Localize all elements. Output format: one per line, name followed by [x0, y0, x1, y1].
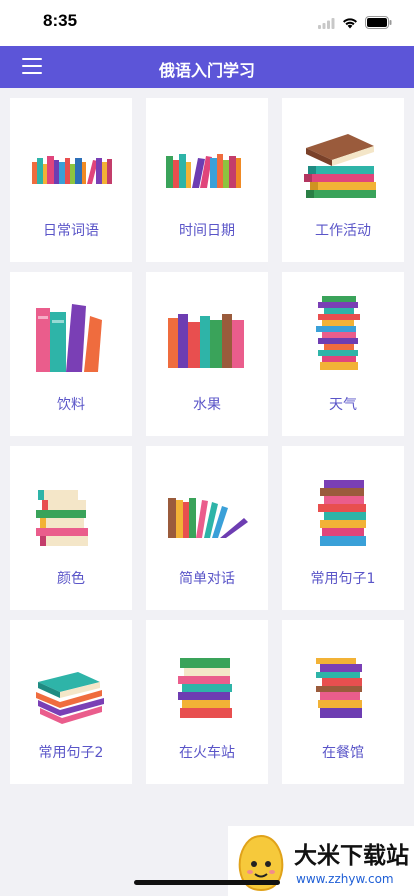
- books-stack-icon: [304, 134, 376, 198]
- watermark-url: www.zzhyw.com: [296, 872, 394, 886]
- nav-bar: 俄语入门学习: [0, 46, 414, 88]
- category-card-weather[interactable]: 天气: [282, 272, 404, 436]
- books-leaning-icon: [168, 498, 248, 538]
- page-title: 俄语入门学习: [158, 61, 255, 80]
- category-card-work-activities[interactable]: 工作活动: [282, 98, 404, 262]
- category-card-common-sentences-1[interactable]: 常用句子1: [282, 446, 404, 610]
- books-stack-icon: [36, 490, 88, 546]
- watermark: 大米下载站 www.zzhyw.com: [228, 826, 414, 896]
- books-row-icon: [166, 154, 241, 188]
- books-stack-icon: [318, 480, 366, 546]
- category-label: 工作活动: [315, 223, 371, 239]
- wifi-icon: [342, 14, 358, 33]
- category-label: 日常词语: [43, 223, 99, 239]
- category-card-drinks[interactable]: 饮料: [10, 272, 132, 436]
- status-time: 8:35: [43, 11, 78, 30]
- books-stack-icon: [316, 296, 360, 370]
- category-label: 水果: [193, 397, 221, 413]
- books-stack-icon: [316, 658, 362, 718]
- category-label: 饮料: [57, 397, 85, 413]
- category-card-time-date[interactable]: 时间日期: [146, 98, 268, 262]
- category-label: 常用句子1: [310, 571, 376, 587]
- category-label: 在餐馆: [322, 745, 364, 761]
- books-stack-icon: [36, 672, 104, 724]
- status-bar: 8:35: [0, 0, 414, 46]
- books-row-icon: [168, 314, 244, 368]
- home-indicator: [134, 880, 280, 885]
- category-card-common-sentences-2[interactable]: 常用句子2: [10, 620, 132, 784]
- battery-icon: [365, 14, 392, 33]
- category-card-simple-dialogue[interactable]: 简单对话: [146, 446, 268, 610]
- category-card-train-station[interactable]: 在火车站: [146, 620, 268, 784]
- category-label: 常用句子2: [38, 745, 104, 761]
- watermark-title: 大米下载站: [294, 843, 409, 869]
- category-card-colors[interactable]: 颜色: [10, 446, 132, 610]
- category-card-fruits[interactable]: 水果: [146, 272, 268, 436]
- category-label: 颜色: [57, 571, 85, 587]
- category-label: 简单对话: [179, 571, 235, 587]
- category-card-daily-words[interactable]: 日常词语: [10, 98, 132, 262]
- category-label: 在火车站: [179, 745, 235, 761]
- signal-icon: [318, 14, 335, 33]
- status-icons: [318, 14, 392, 33]
- category-card-restaurant[interactable]: 在餐馆: [282, 620, 404, 784]
- category-label: 天气: [329, 397, 357, 413]
- books-upright-icon: [36, 304, 102, 372]
- category-label: 时间日期: [179, 223, 235, 239]
- books-row-icon: [32, 156, 112, 184]
- books-stack-icon: [178, 658, 232, 718]
- category-grid: 日常词语 时间日期 工作活动 饮料 水果 天气 颜色 简单对话 常用句子1 常用…: [10, 98, 406, 784]
